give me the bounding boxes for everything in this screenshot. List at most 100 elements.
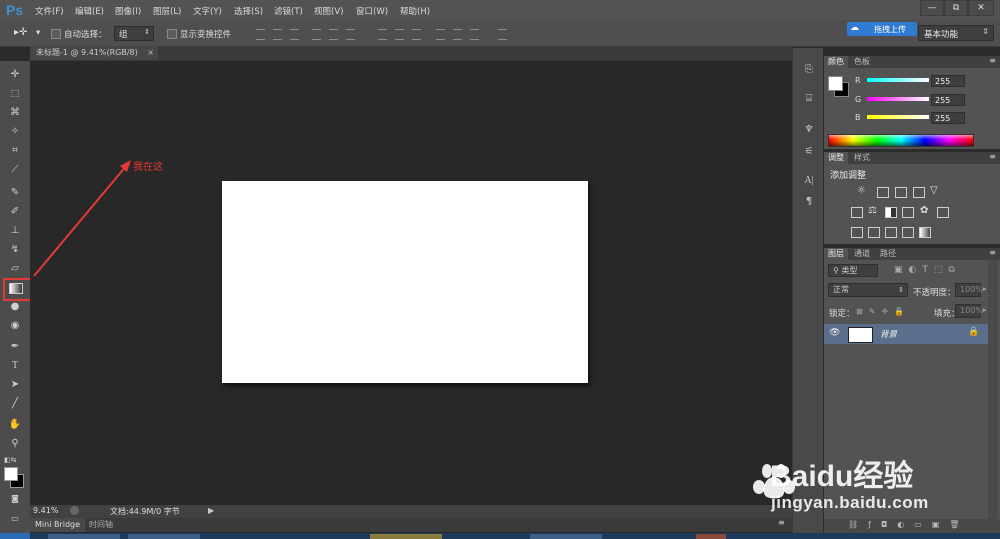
lock-icon[interactable]: 🔒 bbox=[968, 327, 979, 337]
selective-color-icon[interactable] bbox=[919, 227, 931, 238]
tab-swatches[interactable]: 色板 bbox=[850, 56, 874, 68]
color-lookup-icon[interactable] bbox=[937, 207, 949, 218]
restore-button[interactable]: ⧉ bbox=[944, 0, 968, 16]
upload-button[interactable]: ☁ 拖拽上传 bbox=[847, 22, 917, 36]
channel-g-value[interactable]: 255 bbox=[931, 94, 965, 106]
foreground-color-swatch[interactable] bbox=[4, 467, 18, 481]
brightness-contrast-icon[interactable]: ☼ bbox=[857, 185, 866, 196]
properties-panel-icon[interactable]: ⌸ bbox=[802, 93, 816, 105]
paragraph-panel-icon[interactable]: ¶ bbox=[802, 196, 816, 208]
channel-r-value[interactable]: 255 bbox=[931, 75, 965, 87]
blend-mode-dropdown[interactable]: 正常 ⇕ bbox=[828, 283, 908, 297]
panel-menu-icon[interactable]: ≡ bbox=[989, 152, 996, 161]
close-button[interactable]: ✕ bbox=[968, 0, 994, 16]
hand-tool-icon[interactable]: ✋ bbox=[8, 419, 22, 431]
panel-menu-icon[interactable]: ≡ bbox=[778, 518, 785, 527]
taskbar-item[interactable] bbox=[696, 534, 726, 539]
dodge-tool-icon[interactable]: ◉ bbox=[8, 320, 22, 332]
distribute-top-icon[interactable] bbox=[378, 29, 387, 40]
vibrance-icon[interactable]: ▽ bbox=[930, 185, 938, 196]
blur-tool-icon[interactable]: ● bbox=[8, 301, 22, 313]
panel-menu-icon[interactable]: ≡ bbox=[989, 56, 996, 65]
zoom-level[interactable]: 9.41% bbox=[33, 506, 58, 515]
layers-scrollbar[interactable] bbox=[988, 260, 998, 520]
tab-styles[interactable]: 样式 bbox=[850, 152, 874, 164]
tab-timeline[interactable]: 时间轴 bbox=[86, 518, 116, 532]
foreground-color-swatch[interactable] bbox=[828, 76, 843, 91]
color-balance-icon[interactable]: ⚖ bbox=[868, 205, 877, 216]
menu-filter[interactable]: 滤镜(T) bbox=[274, 5, 303, 17]
exposure-icon[interactable] bbox=[913, 187, 925, 198]
workspace-switcher[interactable]: 基本功能 ⇕ bbox=[918, 25, 994, 41]
align-hcenter-icon[interactable] bbox=[329, 29, 338, 40]
status-menu-arrow-icon[interactable]: ▶ bbox=[208, 506, 214, 515]
black-white-icon[interactable] bbox=[885, 207, 897, 218]
tab-paths[interactable]: 路径 bbox=[876, 248, 900, 260]
opacity-arrow-icon[interactable]: ▸ bbox=[983, 285, 987, 293]
threshold-icon[interactable] bbox=[885, 227, 897, 238]
zoom-tool-icon[interactable]: ⚲ bbox=[8, 438, 22, 450]
pen-tool-icon[interactable]: ✒ bbox=[8, 341, 22, 353]
hue-saturation-icon[interactable] bbox=[851, 207, 863, 218]
menu-window[interactable]: 窗口(W) bbox=[356, 5, 388, 17]
tab-layers[interactable]: 图层 bbox=[824, 248, 848, 260]
channel-b-value[interactable]: 255 bbox=[931, 112, 965, 124]
channel-g-slider[interactable] bbox=[867, 97, 929, 101]
photo-filter-icon[interactable] bbox=[902, 207, 914, 218]
tab-color[interactable]: 颜色 bbox=[824, 56, 848, 68]
status-info-icon[interactable] bbox=[70, 506, 79, 515]
levels-icon[interactable] bbox=[877, 187, 889, 198]
posterize-icon[interactable] bbox=[868, 227, 880, 238]
type-tool-icon[interactable]: T bbox=[8, 360, 22, 372]
align-top-icon[interactable] bbox=[256, 29, 265, 40]
menu-select[interactable]: 选择(S) bbox=[234, 5, 263, 17]
fill-arrow-icon[interactable]: ▸ bbox=[983, 306, 987, 314]
history-panel-icon[interactable]: ⎘ bbox=[802, 64, 816, 76]
visibility-eye-icon[interactable]: 👁 bbox=[829, 328, 840, 338]
screen-mode-icon[interactable]: ▭ bbox=[8, 513, 22, 525]
taskbar-item[interactable] bbox=[530, 534, 602, 539]
tab-mini-bridge[interactable]: Mini Bridge bbox=[30, 518, 86, 532]
layer-actions-icons[interactable]: ⛓ƒ◘◐▭▣🗑 bbox=[848, 520, 970, 529]
distribute-left-icon[interactable] bbox=[436, 29, 445, 40]
taskbar-item[interactable] bbox=[48, 534, 120, 539]
panel-menu-icon[interactable]: ≡ bbox=[989, 248, 996, 257]
auto-align-icon[interactable] bbox=[498, 29, 507, 40]
channel-mixer-icon[interactable]: ✿ bbox=[920, 205, 928, 216]
minimize-button[interactable]: — bbox=[920, 0, 944, 16]
curves-icon[interactable] bbox=[895, 187, 907, 198]
distribute-hcenter-icon[interactable] bbox=[453, 29, 462, 40]
taskbar-item[interactable] bbox=[370, 534, 442, 539]
tab-adjustments[interactable]: 调整 bbox=[824, 152, 848, 164]
align-left-icon[interactable] bbox=[312, 29, 321, 40]
default-colors-icon[interactable]: ◧⇆ bbox=[4, 456, 16, 464]
distribute-vcenter-icon[interactable] bbox=[395, 29, 404, 40]
fill-input[interactable]: 100% bbox=[955, 304, 983, 318]
align-bottom-icon[interactable] bbox=[290, 29, 299, 40]
distribute-right-icon[interactable] bbox=[470, 29, 479, 40]
path-selection-tool-icon[interactable]: ➤ bbox=[8, 379, 22, 391]
gradient-map-icon[interactable] bbox=[902, 227, 914, 238]
color-spectrum-bar[interactable] bbox=[828, 134, 974, 147]
channel-r-slider[interactable] bbox=[867, 78, 929, 82]
channel-b-slider[interactable] bbox=[867, 115, 929, 119]
menu-view[interactable]: 视图(V) bbox=[314, 5, 343, 17]
brush-panel-icon[interactable]: ♆ bbox=[802, 124, 816, 136]
menu-help[interactable]: 帮助(H) bbox=[400, 5, 430, 17]
start-button[interactable] bbox=[0, 533, 30, 539]
quick-mask-icon[interactable]: ◙ bbox=[8, 493, 22, 505]
lock-options-icons[interactable]: ⊠✎✛🔒 bbox=[856, 307, 910, 316]
character-panel-icon[interactable]: A| bbox=[802, 175, 816, 187]
brush-presets-panel-icon[interactable]: ⚟ bbox=[802, 146, 816, 158]
taskbar-item[interactable] bbox=[128, 534, 200, 539]
align-right-icon[interactable] bbox=[346, 29, 355, 40]
layer-filter-dropdown[interactable]: ⚲ 类型 bbox=[828, 264, 878, 277]
document-canvas[interactable] bbox=[222, 181, 588, 383]
align-vcenter-icon[interactable] bbox=[273, 29, 282, 40]
opacity-input[interactable]: 100% bbox=[955, 283, 983, 297]
distribute-bottom-icon[interactable] bbox=[412, 29, 421, 40]
invert-icon[interactable] bbox=[851, 227, 863, 238]
layer-name[interactable]: 背景 bbox=[880, 328, 897, 340]
layer-filter-icons[interactable]: ▣◐T⬚⧉ bbox=[894, 265, 961, 275]
line-tool-icon[interactable]: ╱ bbox=[8, 398, 22, 410]
